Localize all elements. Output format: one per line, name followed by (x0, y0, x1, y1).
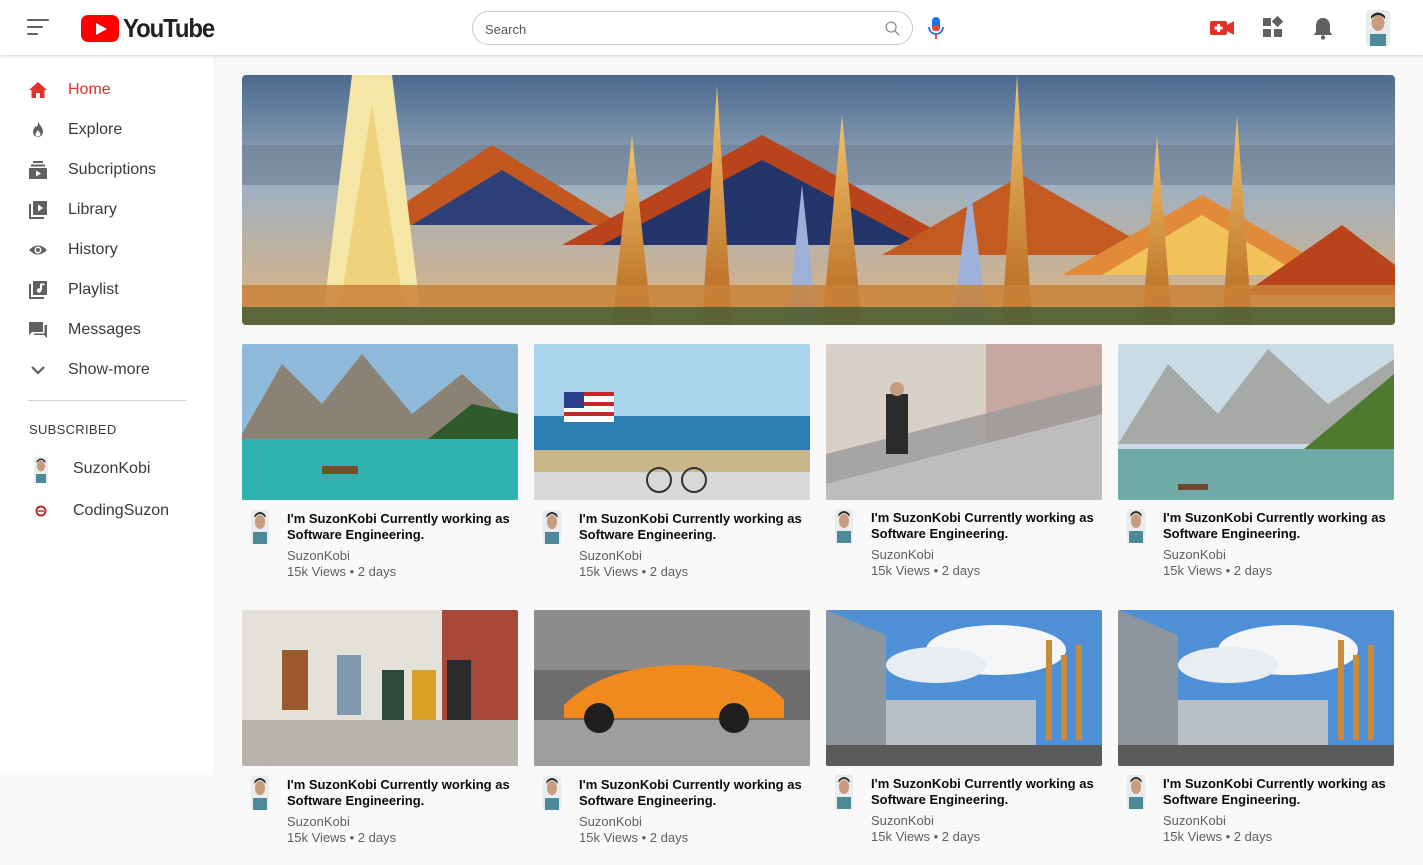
video-channel[interactable]: SuzonKobi (579, 814, 642, 829)
video-channel[interactable]: SuzonKobi (287, 814, 350, 829)
top-header: YouTube (0, 0, 1423, 55)
video-channel[interactable]: SuzonKobi (287, 548, 350, 563)
video-stats: 15k Views • 2 days (579, 564, 689, 579)
channel-avatar[interactable] (1127, 509, 1145, 543)
sidebar: Home Explore Subcriptions Library Histor… (0, 55, 213, 775)
video-stats: 15k Views • 2 days (1163, 563, 1273, 578)
subscriptions-icon (29, 161, 47, 179)
channel-avatar (34, 457, 48, 483)
video-card[interactable]: I'm SuzonKobi Currently working as Softw… (1118, 610, 1394, 850)
video-title[interactable]: I'm SuzonKobi Currently working as Softw… (871, 510, 1103, 542)
video-stats: 15k Views • 2 days (871, 563, 981, 578)
channel-avatar[interactable] (1127, 775, 1145, 809)
video-channel[interactable]: SuzonKobi (1163, 813, 1226, 828)
video-thumbnail[interactable] (826, 344, 1102, 500)
video-thumbnail[interactable] (242, 344, 518, 500)
subscription-codingsuzon[interactable]: CodingSuzon (0, 491, 213, 531)
sidebar-item-label: Library (68, 201, 117, 218)
video-title[interactable]: I'm SuzonKobi Currently working as Softw… (287, 777, 519, 809)
hamburger-menu-icon[interactable] (27, 17, 51, 37)
video-channel[interactable]: SuzonKobi (871, 547, 934, 562)
play-logo-icon (81, 14, 119, 42)
search-icon[interactable] (884, 20, 901, 37)
microphone-icon[interactable] (926, 16, 946, 40)
search-input[interactable] (485, 19, 875, 39)
search-bar (472, 11, 913, 45)
video-title[interactable]: I'm SuzonKobi Currently working as Softw… (1163, 510, 1395, 542)
video-title[interactable]: I'm SuzonKobi Currently working as Softw… (287, 511, 519, 543)
sidebar-item-label: Explore (68, 121, 123, 138)
subscribed-heading: SUBSCRIBED (29, 422, 117, 437)
video-thumbnail[interactable] (826, 610, 1102, 766)
video-card[interactable]: I'm SuzonKobi Currently working as Softw… (826, 344, 1102, 584)
channel-avatar[interactable] (835, 775, 853, 809)
channel-avatar[interactable] (251, 510, 269, 544)
youtube-logo[interactable]: YouTube (81, 12, 222, 43)
sidebar-item-label: Subcriptions (68, 161, 157, 178)
sidebar-item-library[interactable]: Library (0, 190, 213, 230)
video-title[interactable]: I'm SuzonKobi Currently working as Softw… (579, 511, 811, 543)
apps-icon[interactable] (1260, 15, 1286, 41)
video-card[interactable]: I'm SuzonKobi Currently working as Softw… (1118, 344, 1394, 584)
sidebar-divider (28, 400, 186, 401)
sidebar-item-label: Messages (68, 321, 141, 338)
video-title[interactable]: I'm SuzonKobi Currently working as Softw… (871, 776, 1103, 808)
video-card[interactable]: I'm SuzonKobi Currently working as Softw… (242, 610, 518, 850)
video-card[interactable]: I'm SuzonKobi Currently working as Softw… (826, 610, 1102, 850)
hero-banner-image[interactable] (242, 75, 1395, 325)
video-thumbnail[interactable] (534, 610, 810, 766)
video-thumbnail[interactable] (1118, 610, 1394, 766)
sidebar-item-home[interactable]: Home (0, 70, 213, 110)
home-icon (29, 82, 47, 98)
library-icon (29, 201, 47, 219)
user-avatar[interactable] (1366, 10, 1390, 46)
subscription-name: CodingSuzon (73, 502, 170, 519)
sidebar-item-label: Home (68, 81, 111, 98)
sidebar-item-messages[interactable]: Messages (0, 310, 213, 350)
channel-avatar[interactable] (543, 776, 561, 810)
sidebar-item-playlist[interactable]: Playlist (0, 270, 213, 310)
video-channel[interactable]: SuzonKobi (579, 548, 642, 563)
explore-icon (33, 121, 43, 137)
channel-avatar[interactable] (543, 510, 561, 544)
subscription-suzonkobi[interactable]: SuzonKobi (0, 449, 213, 489)
sidebar-item-label: History (68, 241, 118, 258)
video-stats: 15k Views • 2 days (287, 830, 397, 845)
video-title[interactable]: I'm SuzonKobi Currently working as Softw… (579, 777, 811, 809)
chevron-down-icon (31, 366, 45, 375)
sidebar-item-explore[interactable]: Explore (0, 110, 213, 150)
playlist-icon (29, 281, 47, 299)
subscription-name: SuzonKobi (73, 460, 151, 477)
create-video-icon[interactable] (1209, 15, 1235, 41)
video-thumbnail[interactable] (242, 610, 518, 766)
video-channel[interactable]: SuzonKobi (1163, 547, 1226, 562)
video-card[interactable]: I'm SuzonKobi Currently working as Softw… (534, 344, 810, 584)
video-stats: 15k Views • 2 days (579, 830, 689, 845)
history-icon (29, 245, 47, 255)
video-card[interactable]: I'm SuzonKobi Currently working as Softw… (242, 344, 518, 584)
messages-icon (29, 322, 47, 338)
logo-text: YouTube (123, 12, 215, 43)
video-thumbnail[interactable] (534, 344, 810, 500)
video-title[interactable]: I'm SuzonKobi Currently working as Softw… (1163, 776, 1395, 808)
sidebar-item-label: Playlist (68, 281, 119, 298)
sidebar-item-label: Show-more (68, 361, 150, 378)
video-channel[interactable]: SuzonKobi (871, 813, 934, 828)
sidebar-item-history[interactable]: History (0, 230, 213, 270)
video-stats: 15k Views • 2 days (287, 564, 397, 579)
channel-logo-icon (35, 505, 47, 517)
video-stats: 15k Views • 2 days (871, 829, 981, 844)
sidebar-item-subscriptions[interactable]: Subcriptions (0, 150, 213, 190)
channel-avatar[interactable] (835, 509, 853, 543)
sidebar-item-show-more[interactable]: Show-more (0, 350, 213, 390)
video-stats: 15k Views • 2 days (1163, 829, 1273, 844)
video-thumbnail[interactable] (1118, 344, 1394, 500)
video-card[interactable]: I'm SuzonKobi Currently working as Softw… (534, 610, 810, 850)
channel-avatar[interactable] (251, 776, 269, 810)
notifications-bell-icon[interactable] (1310, 15, 1336, 41)
